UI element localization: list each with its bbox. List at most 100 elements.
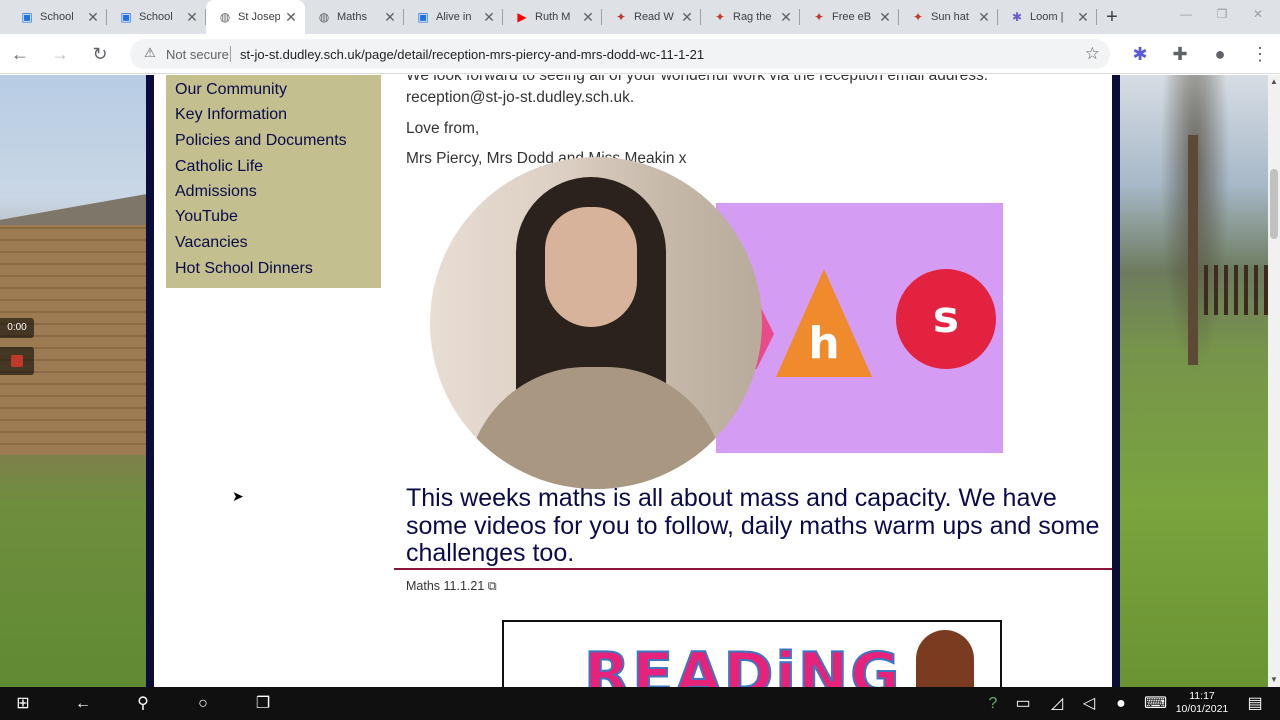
maximize-button[interactable]: ❐: [1212, 4, 1232, 24]
webcam-bubble[interactable]: [430, 157, 762, 489]
close-window-button[interactable]: ✕: [1248, 4, 1268, 24]
stop-icon: [11, 355, 23, 367]
site-icon: ▣: [417, 10, 429, 24]
browser-toolbar: ← → ↻ ⚠ Not secure st-jo-st.dudley.sch.u…: [0, 34, 1280, 74]
tab-title[interactable]: Free eB: [832, 11, 874, 23]
close-tab-icon[interactable]: ✕: [976, 9, 992, 25]
tab-10[interactable]: ✱ Loom | ✕: [998, 0, 1097, 34]
help-icon[interactable]: ?: [982, 693, 1004, 715]
taskbar-back-icon[interactable]: ←: [72, 693, 94, 715]
tab-7[interactable]: ✦ Rag the ✕: [701, 0, 800, 34]
security-label[interactable]: Not secure: [166, 47, 229, 62]
close-tab-icon[interactable]: ✕: [778, 9, 794, 25]
windows-start-icon[interactable]: ⊞: [12, 693, 34, 715]
forward-arrow-icon[interactable]: →: [48, 42, 72, 66]
close-tab-icon[interactable]: ✕: [382, 9, 398, 25]
bookmark-star-icon[interactable]: ☆: [1085, 44, 1100, 64]
menu-kebab-icon[interactable]: ⋮: [1248, 42, 1272, 66]
search-icon[interactable]: ⚲: [132, 693, 154, 715]
sidebar-item-vacancies[interactable]: Vacancies: [175, 234, 248, 252]
tab-title[interactable]: Read W: [634, 11, 676, 23]
reload-icon[interactable]: ↻: [88, 42, 112, 66]
tab-title[interactable]: School: [40, 11, 82, 23]
notifications-icon[interactable]: ▤: [1244, 693, 1266, 715]
tab-title[interactable]: Rag the: [733, 11, 775, 23]
page-content: Our Community Key Information Policies a…: [154, 75, 1112, 687]
stop-recording-button[interactable]: [0, 347, 34, 375]
maths-document-link[interactable]: Maths 11.1.21 ⧉: [406, 579, 497, 594]
sidebar-item-policies[interactable]: Policies and Documents: [175, 132, 347, 150]
tab-separator: [1096, 9, 1097, 25]
profile-avatar-icon[interactable]: ●: [1208, 42, 1232, 66]
battery-icon[interactable]: ▭: [1012, 693, 1034, 715]
tab-title[interactable]: Maths: [337, 11, 379, 23]
tab-title[interactable]: Loom |: [1030, 11, 1072, 23]
clock-date[interactable]: 10/01/2021: [1172, 703, 1232, 716]
youtube-icon: ▶: [517, 10, 527, 24]
cartoon-girl: [916, 630, 974, 687]
tab-2[interactable]: ◍ St Josep ✕: [206, 0, 305, 34]
task-view-icon[interactable]: ❐: [252, 693, 274, 715]
close-tab-icon[interactable]: ✕: [85, 9, 101, 25]
warning-icon[interactable]: ⚠: [142, 45, 158, 61]
bookmark-icon: ✦: [912, 10, 924, 24]
sidebar-item-hot-school-dinners[interactable]: Hot School Dinners: [175, 260, 313, 278]
scroll-down-icon[interactable]: ▼: [1268, 673, 1280, 687]
tab-8[interactable]: ✦ Free eB ✕: [800, 0, 899, 34]
tab-4[interactable]: ▣ Alive in ✕: [404, 0, 503, 34]
clock-time[interactable]: 11:17: [1172, 690, 1232, 703]
scrollbar-thumb[interactable]: [1270, 169, 1278, 239]
network-icon[interactable]: ◿: [1046, 693, 1068, 715]
bookmark-icon: ✦: [813, 10, 825, 24]
cortana-icon[interactable]: ○: [192, 693, 214, 715]
content-frame-right: [1112, 75, 1120, 687]
close-tab-icon[interactable]: ✕: [1075, 9, 1091, 25]
close-tab-icon[interactable]: ✕: [481, 9, 497, 25]
tab-title[interactable]: Ruth M: [535, 11, 577, 23]
reading-title: READiNG: [583, 639, 902, 687]
address-bar[interactable]: ⚠ Not secure st-jo-st.dudley.sch.uk/page…: [130, 39, 1110, 69]
tab-title[interactable]: School: [139, 11, 181, 23]
tab-0[interactable]: ▣ School ✕: [8, 0, 107, 34]
windows-taskbar: ⊞ ← ⚲ ○ ❐ ? ▭ ◿ ◁ ● ⌨ 11:17 10/01/2021 ▤: [0, 687, 1280, 720]
sidebar-item-youtube[interactable]: YouTube: [175, 208, 238, 226]
sidebar-item-catholic-life[interactable]: Catholic Life: [175, 158, 263, 176]
taskbar-clock[interactable]: 11:17 10/01/2021: [1172, 690, 1232, 716]
loom-icon: ✱: [1011, 10, 1023, 24]
recording-timer: 0:00: [0, 318, 34, 338]
maths-headline: This weeks maths is all about mass and c…: [406, 484, 1100, 567]
back-arrow-icon[interactable]: ←: [8, 42, 32, 66]
close-tab-icon[interactable]: ✕: [283, 9, 299, 25]
volume-icon[interactable]: ◁: [1078, 693, 1100, 715]
microphone-icon[interactable]: ●: [1110, 693, 1132, 715]
tab-9[interactable]: ✦ Sun hat ✕: [899, 0, 998, 34]
tab-5[interactable]: ▶ Ruth M ✕: [503, 0, 602, 34]
tab-title[interactable]: Sun hat: [931, 11, 973, 23]
sidebar-item-key-information[interactable]: Key Information: [175, 106, 287, 124]
tab-title[interactable]: Alive in: [436, 11, 478, 23]
tab-3[interactable]: ◍ Maths ✕: [305, 0, 404, 34]
page-scrollbar[interactable]: ▲ ▼: [1268, 75, 1280, 687]
close-tab-icon[interactable]: ✕: [877, 9, 893, 25]
url-text[interactable]: st-jo-st.dudley.sch.uk/page/detail/recep…: [240, 47, 704, 62]
tab-1[interactable]: ▣ School ✕: [107, 0, 206, 34]
side-menu: Our Community Key Information Policies a…: [166, 75, 381, 288]
external-link-icon[interactable]: ⧉: [488, 579, 497, 593]
site-icon: ▣: [21, 10, 33, 24]
sidebar-item-our-community[interactable]: Our Community: [175, 81, 287, 99]
maths-link-label[interactable]: Maths 11.1.21: [406, 579, 484, 593]
scroll-up-icon[interactable]: ▲: [1268, 75, 1280, 89]
loom-extension-icon[interactable]: ✱: [1128, 42, 1152, 66]
close-tab-icon[interactable]: ✕: [580, 9, 596, 25]
extensions-puzzle-icon[interactable]: ✚: [1168, 42, 1192, 66]
close-tab-icon[interactable]: ✕: [184, 9, 200, 25]
keyboard-icon[interactable]: ⌨: [1144, 693, 1167, 715]
tab-6[interactable]: ✦ Read W ✕: [602, 0, 701, 34]
webcam-person-body: [466, 367, 726, 489]
new-tab-button[interactable]: +: [1101, 6, 1123, 28]
minimize-button[interactable]: —: [1176, 4, 1196, 24]
tab-title[interactable]: St Josep: [238, 11, 280, 23]
email-address[interactable]: reception@st-jo-st.dudley.sch.uk.: [406, 89, 634, 107]
close-tab-icon[interactable]: ✕: [679, 9, 695, 25]
sidebar-item-admissions[interactable]: Admissions: [175, 183, 257, 201]
